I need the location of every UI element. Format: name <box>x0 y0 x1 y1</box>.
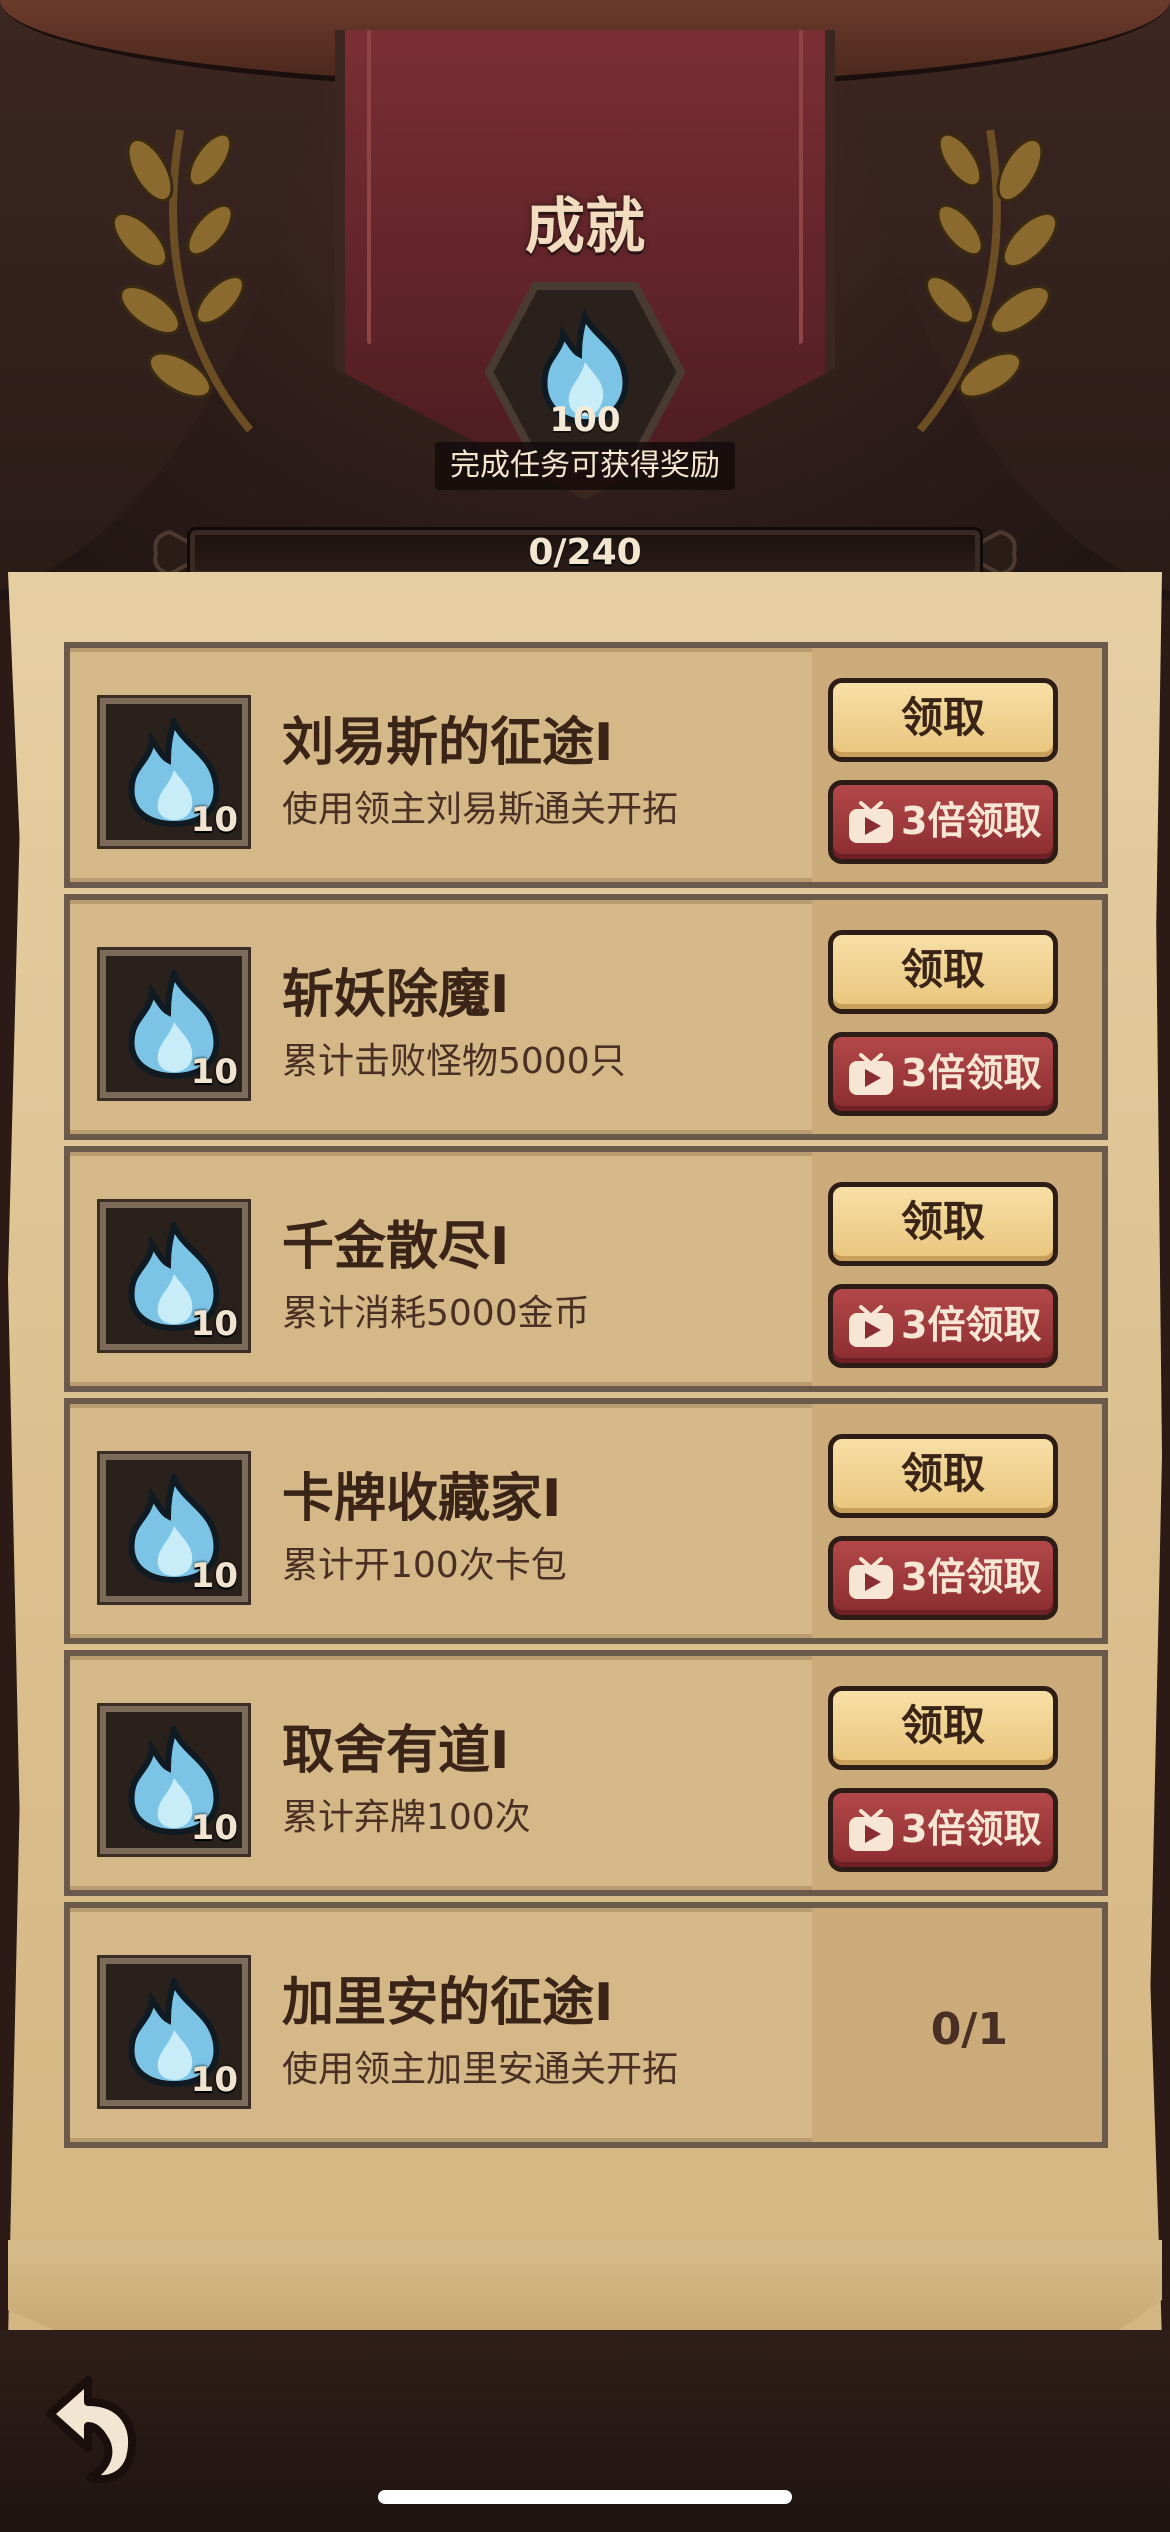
achievement-card: 10 加里安的征途I 使用领主加里安通关开拓 0/1 <box>64 1902 1108 2148</box>
reward-item: 10 <box>100 1706 248 1854</box>
reward-count: 10 <box>190 1556 238 1596</box>
achievement-description: 累计开100次卡包 <box>282 1545 567 1586</box>
achievement-description: 使用领主加里安通关开拓 <box>282 2049 679 2090</box>
reward-hint: 完成任务可获得奖励 <box>435 442 735 490</box>
achievement-list[interactable]: 10 刘易斯的征途I 使用领主刘易斯通关开拓 领取 3倍领取 10 斩妖除魔I 累… <box>64 620 1108 2255</box>
achievement-description: 累计弃牌100次 <box>282 1797 531 1838</box>
reward-count: 10 <box>190 1304 238 1344</box>
reward-count: 10 <box>190 2060 238 2100</box>
triple-claim-label: 3倍领取 <box>901 1807 1042 1851</box>
reward-item: 10 <box>100 1202 248 1350</box>
triple-claim-button[interactable]: 3倍领取 <box>828 1536 1058 1620</box>
reward-item: 10 <box>100 1958 248 2106</box>
achievement-title: 卡牌收藏家I <box>282 1469 562 1529</box>
claim-button[interactable]: 领取 <box>828 1182 1058 1266</box>
achievement-card: 10 卡牌收藏家I 累计开100次卡包 领取 3倍领取 <box>64 1398 1108 1644</box>
tv-play-icon <box>849 1809 893 1851</box>
achievement-description: 使用领主刘易斯通关开拓 <box>282 789 679 830</box>
claim-button[interactable]: 领取 <box>828 1686 1058 1770</box>
claim-button[interactable]: 领取 <box>828 678 1058 762</box>
achievement-title: 取舍有道I <box>282 1721 510 1781</box>
achievement-title: 刘易斯的征途I <box>282 713 614 773</box>
reward-count: 10 <box>190 1052 238 1092</box>
achievement-title: 斩妖除魔I <box>282 965 510 1025</box>
reward-item: 10 <box>100 950 248 1098</box>
reward-item: 10 <box>100 1454 248 1602</box>
reward-count: 10 <box>190 800 238 840</box>
page-title: 成就 <box>525 192 645 262</box>
triple-claim-button[interactable]: 3倍领取 <box>828 1788 1058 1872</box>
claim-button[interactable]: 领取 <box>828 1434 1058 1518</box>
home-indicator <box>378 2490 792 2504</box>
triple-claim-button[interactable]: 3倍领取 <box>828 1032 1058 1116</box>
achievement-title: 千金散尽I <box>282 1217 510 1277</box>
reward-item: 10 <box>100 698 248 846</box>
laurel-left-icon <box>111 129 254 433</box>
triple-claim-label: 3倍领取 <box>901 1051 1042 1095</box>
achievement-progress: 0/1 <box>930 2004 1008 2055</box>
reward-count: 10 <box>190 1808 238 1848</box>
tv-play-icon <box>849 1053 893 1095</box>
reward-value: 100 <box>549 400 621 440</box>
achievement-card: 10 斩妖除魔I 累计击败怪物5000只 领取 3倍领取 <box>64 894 1108 1140</box>
header: 成就 100 完成任务可获得奖励 0/240 <box>0 0 1170 600</box>
tv-play-icon <box>849 1557 893 1599</box>
laurel-right-icon <box>916 129 1059 433</box>
triple-claim-label: 3倍领取 <box>901 799 1042 843</box>
tv-play-icon <box>849 801 893 843</box>
achievement-card: 10 刘易斯的征途I 使用领主刘易斯通关开拓 领取 3倍领取 <box>64 642 1108 888</box>
achievement-title: 加里安的征途I <box>282 1973 614 2033</box>
parchment-bottom-curl <box>8 2240 1162 2340</box>
achievement-progress-bar: 0/240 <box>190 530 980 576</box>
triple-claim-label: 3倍领取 <box>901 1555 1042 1599</box>
achievement-card: 10 千金散尽I 累计消耗5000金币 领取 3倍领取 <box>64 1146 1108 1392</box>
achievement-description: 累计消耗5000金币 <box>282 1293 590 1334</box>
triple-claim-button[interactable]: 3倍领取 <box>828 1284 1058 1368</box>
achievement-card: 10 取舍有道I 累计弃牌100次 领取 3倍领取 <box>64 1650 1108 1896</box>
achievement-description: 累计击败怪物5000只 <box>282 1041 626 1082</box>
triple-claim-button[interactable]: 3倍领取 <box>828 780 1058 864</box>
tv-play-icon <box>849 1305 893 1347</box>
progress-text: 0/240 <box>528 532 642 573</box>
claim-button[interactable]: 领取 <box>828 930 1058 1014</box>
back-arrow-icon[interactable] <box>30 2366 150 2486</box>
triple-claim-label: 3倍领取 <box>901 1303 1042 1347</box>
